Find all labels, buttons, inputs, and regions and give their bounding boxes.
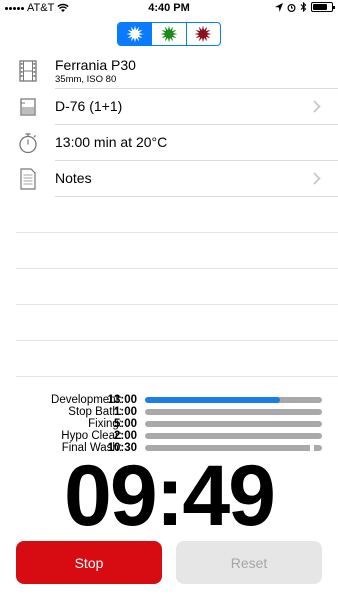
developer-label: D-76 (1+1) bbox=[55, 98, 123, 114]
bluetooth-icon bbox=[300, 2, 307, 12]
step-segment-gap bbox=[310, 444, 314, 452]
step-duration: 5:00 bbox=[113, 418, 137, 430]
mode-option-green[interactable] bbox=[152, 23, 187, 45]
stopwatch-icon bbox=[19, 133, 37, 154]
film-icon bbox=[19, 60, 37, 82]
stop-button[interactable]: Stop bbox=[16, 541, 162, 584]
green-star-icon bbox=[160, 25, 178, 43]
step-duration: 13:00 bbox=[107, 394, 137, 406]
empty-row-line bbox=[16, 340, 338, 341]
step-hypo-clear: Hypo Clear: 2:00 bbox=[0, 430, 338, 442]
empty-row-line bbox=[16, 376, 338, 377]
step-duration: 2:00 bbox=[113, 430, 137, 442]
status-bar: AT&T 4:40 PM bbox=[0, 0, 338, 18]
beaker-icon bbox=[20, 98, 36, 116]
mode-option-red[interactable] bbox=[187, 23, 220, 45]
mode-segmented-control[interactable] bbox=[117, 22, 221, 46]
developer-row[interactable]: D-76 (1+1) bbox=[0, 89, 338, 125]
step-progress-bar bbox=[145, 409, 322, 415]
red-star-icon bbox=[194, 25, 212, 43]
film-row[interactable]: Ferrania P30 35mm, ISO 80 bbox=[0, 53, 338, 89]
status-right bbox=[275, 2, 335, 12]
step-stop-bath: Stop Bath: 1:00 bbox=[0, 406, 338, 418]
step-progress-bar bbox=[145, 421, 322, 427]
step-fixing: Fixing: 5:00 bbox=[0, 418, 338, 430]
notes-label: Notes bbox=[55, 170, 92, 186]
countdown-timer: 09:49 bbox=[64, 448, 276, 544]
row-separator bbox=[55, 196, 338, 197]
step-development: Development: 13:00 bbox=[0, 394, 338, 406]
dev-time-label: 13:00 min at 20°C bbox=[55, 134, 168, 150]
time-row[interactable]: 13:00 min at 20°C bbox=[0, 125, 338, 161]
film-name: Ferrania P30 bbox=[55, 57, 136, 73]
step-name: Hypo Clear: bbox=[61, 430, 122, 442]
mode-option-white[interactable] bbox=[118, 23, 153, 45]
empty-row-line bbox=[16, 232, 338, 233]
white-star-icon bbox=[126, 25, 144, 43]
step-duration: 1:00 bbox=[113, 406, 137, 418]
location-icon bbox=[275, 2, 283, 12]
reset-button[interactable]: Reset bbox=[176, 541, 322, 584]
empty-row-line bbox=[16, 268, 338, 269]
empty-row-line bbox=[16, 304, 338, 305]
step-progress-bar bbox=[145, 433, 322, 439]
battery-icon bbox=[311, 2, 335, 12]
notes-icon bbox=[20, 168, 36, 190]
alarm-icon bbox=[287, 3, 296, 12]
step-progress-bar bbox=[145, 397, 322, 403]
chevron-right-icon bbox=[313, 100, 321, 113]
film-details: 35mm, ISO 80 bbox=[55, 74, 117, 85]
step-progress-fill bbox=[145, 397, 280, 403]
notes-row[interactable]: Notes bbox=[0, 161, 338, 197]
chevron-right-icon bbox=[313, 172, 321, 185]
